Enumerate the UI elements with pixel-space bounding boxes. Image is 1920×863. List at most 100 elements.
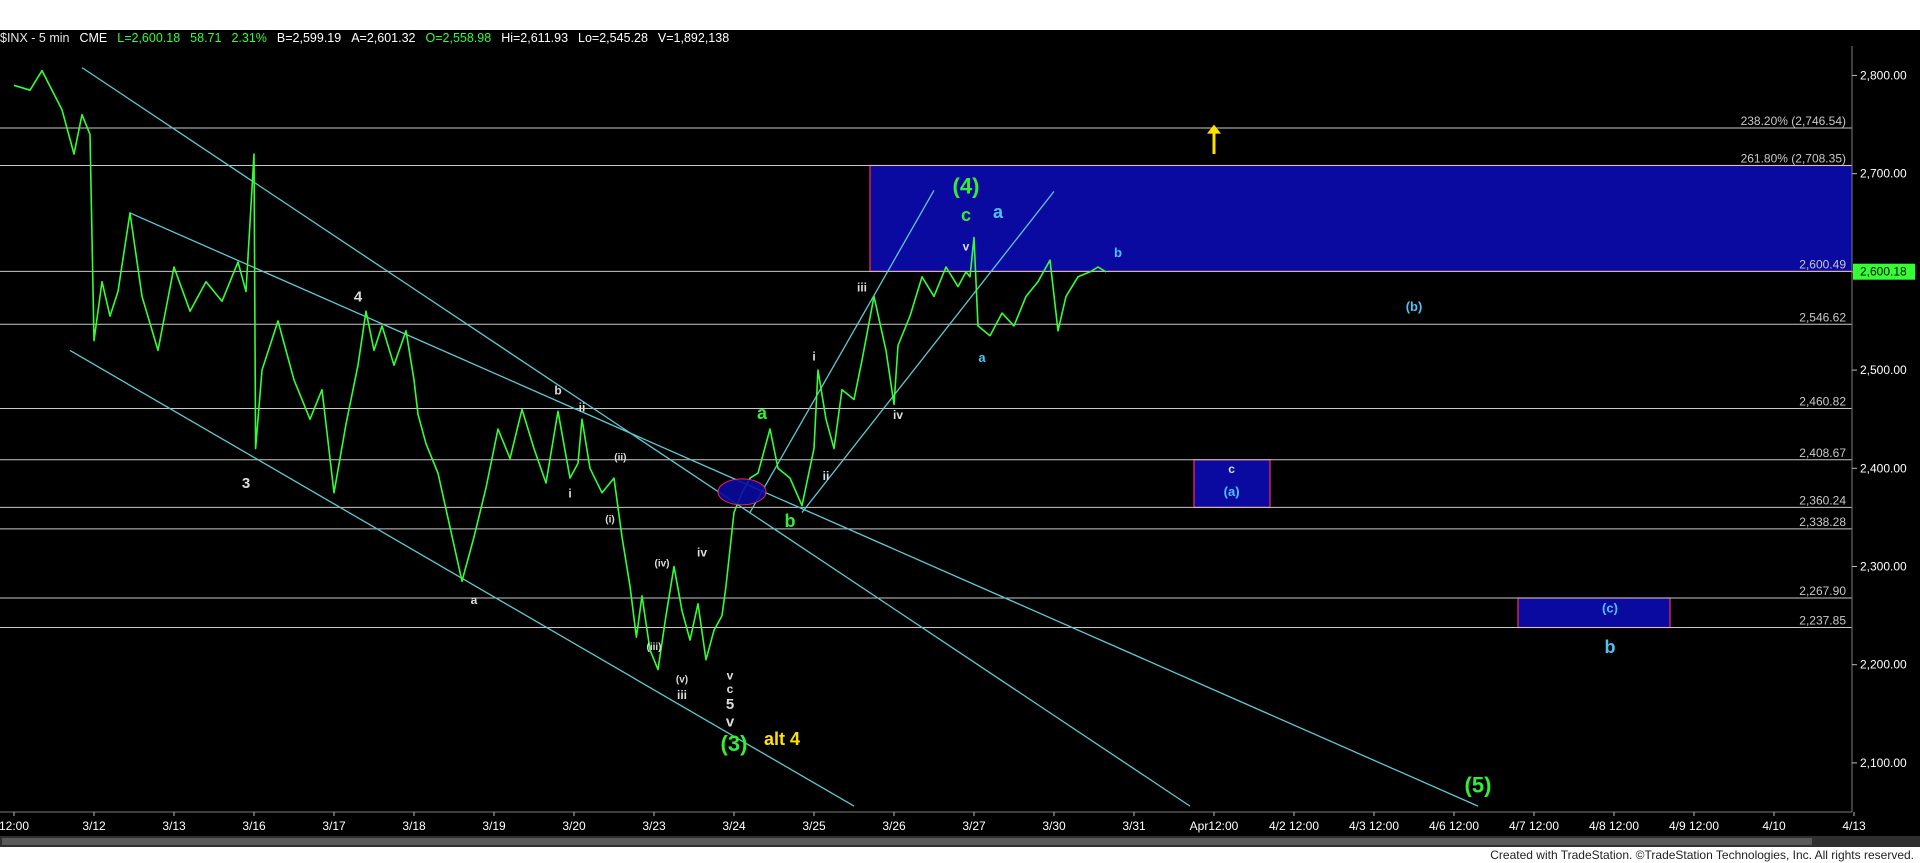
x-tick-label-1: 3/12 bbox=[82, 819, 106, 833]
wave-label-1: c bbox=[961, 205, 971, 225]
wave-label-20: (ii) bbox=[614, 452, 626, 463]
low-price: Lo=2,545.28 bbox=[578, 31, 648, 45]
x-tick-label-14: 3/31 bbox=[1122, 819, 1146, 833]
x-tick-label-2: 3/13 bbox=[162, 819, 186, 833]
wave-label-35: i bbox=[812, 349, 815, 363]
x-tick-label-15: Apr12:00 bbox=[1190, 819, 1239, 833]
price-axis-background bbox=[1852, 46, 1920, 812]
wave-label-33: a bbox=[757, 403, 768, 423]
wave-label-9: c bbox=[1228, 462, 1235, 476]
wave-label-27: v bbox=[727, 668, 734, 682]
wave-label-29: 5 bbox=[726, 696, 734, 713]
plot-background bbox=[0, 46, 1920, 812]
level-label-2: 2,600.49 bbox=[1799, 257, 1846, 271]
x-tick-label-6: 3/19 bbox=[482, 819, 506, 833]
x-tick-label-0: 12:00 bbox=[0, 819, 29, 833]
y-tick-label-0: 2,800.00 bbox=[1860, 68, 1907, 82]
level-label-5: 2,408.67 bbox=[1799, 446, 1846, 460]
x-tick-label-4: 3/17 bbox=[322, 819, 346, 833]
level-label-8: 2,267.90 bbox=[1799, 584, 1846, 598]
x-tick-label-21: 4/9 12:00 bbox=[1669, 819, 1719, 833]
wave-label-21: (i) bbox=[605, 514, 614, 525]
x-tick-label-5: 3/18 bbox=[402, 819, 426, 833]
x-tick-label-23: 4/13 bbox=[1842, 819, 1866, 833]
x-tick-label-10: 3/25 bbox=[802, 819, 826, 833]
wave-label-18: ii bbox=[579, 400, 586, 414]
wave-label-38: iv bbox=[893, 408, 903, 422]
wave-label-37: iii bbox=[857, 281, 867, 295]
level-label-1: 261.80% (2,708.35) bbox=[1741, 151, 1846, 165]
high-price: Hi=2,611.93 bbox=[501, 31, 569, 45]
wave-label-24: (v) bbox=[676, 674, 688, 685]
quote-header: $INX - 5 min CME L=2,600.18 58.71 2.31% B=2,5… bbox=[0, 30, 1300, 46]
y-tick-label-6: 2,200.00 bbox=[1860, 658, 1907, 672]
wave-label-11: (c) bbox=[1602, 601, 1618, 616]
x-tick-label-3: 3/16 bbox=[242, 819, 266, 833]
y-tick-label-4: 2,400.00 bbox=[1860, 461, 1907, 475]
y-tick-label-3: 2,500.00 bbox=[1860, 363, 1907, 377]
last-price-tag-label: 2,600.18 bbox=[1860, 265, 1907, 279]
chart: 238.20% (2,746.54) 261.80% (2,708.35) 2,60… bbox=[0, 0, 1920, 863]
x-tick-label-18: 4/6 12:00 bbox=[1429, 819, 1479, 833]
x-tick-label-22: 4/10 bbox=[1762, 819, 1786, 833]
wave-label-12: b bbox=[1605, 637, 1616, 657]
wave-label-25: iii bbox=[677, 688, 687, 702]
exchange-label: CME bbox=[79, 31, 108, 45]
wave-label-5: a bbox=[978, 350, 986, 365]
x-tick-label-8: 3/23 bbox=[642, 819, 666, 833]
wave-label-14: 4 bbox=[354, 288, 363, 305]
wave-label-17: b bbox=[554, 384, 561, 398]
wave-label-34: b bbox=[785, 511, 796, 531]
x-tick-label-16: 4/2 12:00 bbox=[1269, 819, 1319, 833]
wave-label-23: (iii) bbox=[647, 642, 662, 653]
x-tick-label-7: 3/20 bbox=[562, 819, 586, 833]
level-label-6: 2,360.24 bbox=[1799, 493, 1846, 507]
chart-canvas[interactable]: 238.20% (2,746.54) 261.80% (2,708.35) 2,60… bbox=[0, 0, 1920, 863]
open-price: O=2,558.98 bbox=[425, 31, 492, 45]
level-label-7: 2,338.28 bbox=[1799, 515, 1846, 529]
x-tick-label-13: 3/30 bbox=[1042, 819, 1066, 833]
wave-label-3: v bbox=[963, 239, 970, 253]
x-tick-label-9: 3/24 bbox=[722, 819, 746, 833]
level-label-4: 2,460.82 bbox=[1799, 395, 1846, 409]
wave-label-26: iv bbox=[697, 546, 707, 560]
wave-label-16: a bbox=[471, 593, 478, 607]
wave-label-0: (4) bbox=[953, 173, 980, 198]
x-tick-label-17: 4/3 12:00 bbox=[1349, 819, 1399, 833]
wave-label-32: alt 4 bbox=[764, 729, 800, 749]
y-tick-label-7: 2,100.00 bbox=[1860, 756, 1907, 770]
last-price: L=2,600.18 bbox=[117, 31, 181, 45]
net-change: 58.71 bbox=[190, 31, 222, 45]
wave-label-2: a bbox=[993, 202, 1004, 222]
wave-label-22: (iv) bbox=[655, 558, 670, 569]
x-tick-label-11: 3/26 bbox=[882, 819, 906, 833]
target-box-2 bbox=[1517, 597, 1671, 629]
scroll-thumb[interactable] bbox=[2, 838, 1812, 845]
footer-credit: Created with TradeStation. ©TradeStation… bbox=[1490, 848, 1914, 862]
wave-label-10: (a) bbox=[1224, 484, 1240, 499]
x-tick-label-12: 3/27 bbox=[962, 819, 986, 833]
footer: Created with TradeStation. ©TradeStation… bbox=[0, 847, 1920, 863]
bid-price: B=2,599.19 bbox=[276, 31, 342, 45]
level-label-3: 2,546.62 bbox=[1799, 310, 1846, 324]
wave-label-28: c bbox=[727, 682, 734, 696]
wave-label-15: 3 bbox=[242, 475, 250, 492]
level-label-0: 238.20% (2,746.54) bbox=[1741, 114, 1846, 128]
level-label-9: 2,237.85 bbox=[1799, 614, 1846, 628]
target-box-0 bbox=[869, 164, 1920, 272]
wave-label-13: (5) bbox=[1465, 772, 1492, 797]
horizontal-scrollbar[interactable] bbox=[0, 836, 1920, 847]
wave-label-36: ii bbox=[823, 469, 830, 483]
volume: V=1,892,138 bbox=[657, 31, 730, 45]
reversal-ellipse bbox=[717, 478, 767, 506]
wave-label-8: (b) bbox=[1406, 299, 1423, 314]
ask-price: A=2,601.32 bbox=[351, 31, 416, 45]
wave-label-19: i bbox=[568, 487, 571, 501]
wave-label-31: (3) bbox=[721, 731, 748, 756]
percent-change: 2.31% bbox=[231, 31, 267, 45]
x-tick-label-20: 4/8 12:00 bbox=[1589, 819, 1639, 833]
y-tick-label-5: 2,300.00 bbox=[1860, 559, 1907, 573]
symbol-label: $INX - 5 min bbox=[0, 31, 70, 45]
x-tick-label-19: 4/7 12:00 bbox=[1509, 819, 1559, 833]
wave-label-4: b bbox=[1114, 245, 1122, 260]
